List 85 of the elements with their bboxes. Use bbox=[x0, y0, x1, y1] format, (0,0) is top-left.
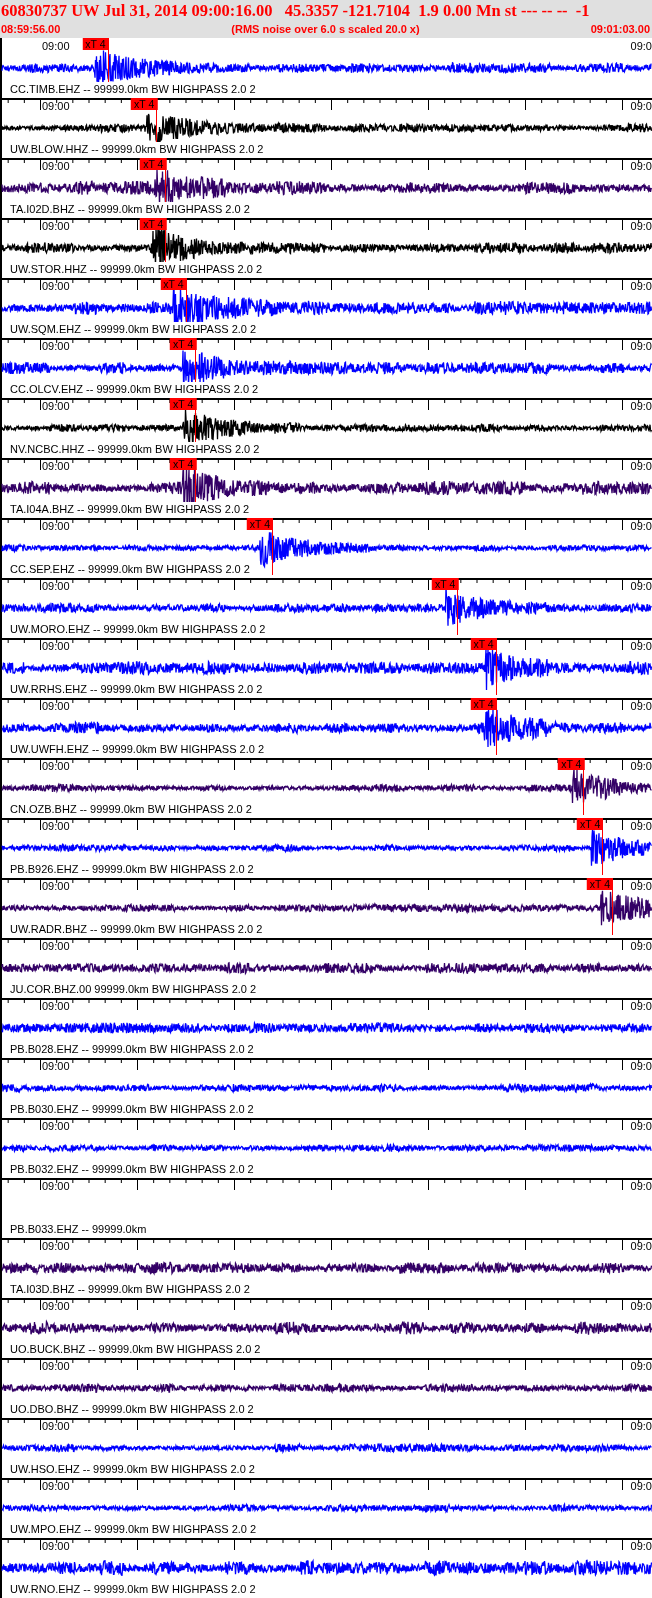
channel-label: TA.I04A.BHZ -- 99999.0km BW HIGHPASS 2.0 2 bbox=[10, 502, 250, 518]
start-time-label: 09:00 bbox=[41, 40, 70, 52]
start-time-label: 09:00 bbox=[41, 340, 70, 352]
end-time-label: 09:0 bbox=[630, 400, 652, 412]
pick-line bbox=[495, 638, 497, 695]
end-time-label: 09:0 bbox=[630, 1060, 652, 1072]
start-time-label: 09:00 bbox=[41, 700, 70, 712]
end-time-label: 09:0 bbox=[630, 700, 652, 712]
channel-label: PB.B033.EHZ -- 99999.0km bbox=[10, 1222, 147, 1237]
pick-line bbox=[612, 878, 613, 935]
pick-label: xT 4 bbox=[170, 398, 197, 410]
start-time-label: 09:00 bbox=[41, 1060, 70, 1072]
end-time-label: 09:0 bbox=[630, 1480, 652, 1492]
end-time-label: 09:0 bbox=[630, 1300, 652, 1312]
end-time-label: 09:0 bbox=[630, 880, 652, 892]
pick-label: xT 4 bbox=[170, 458, 197, 470]
end-time-label: 09:0 bbox=[630, 100, 652, 112]
start-time-label: 09:00 bbox=[41, 820, 70, 832]
start-time-label: 09:00 bbox=[41, 100, 70, 112]
end-time-label: 09:0 bbox=[630, 520, 652, 532]
end-time-label: 09:0 bbox=[630, 1360, 652, 1372]
end-time-label: 09:0 bbox=[630, 220, 652, 232]
start-time-label: 09:00 bbox=[41, 1300, 70, 1312]
channel-label: CC.TIMB.EHZ -- 99999.0km BW HIGHPASS 2.0 2 bbox=[10, 82, 256, 98]
end-time-label: 09:0 bbox=[630, 760, 652, 772]
start-time-label: 09:00 bbox=[41, 940, 70, 952]
pick-label: xT 4 bbox=[246, 518, 274, 530]
channel-label: UW.BLOW.HHZ -- 99999.0km BW HIGHPASS 2.0 2 bbox=[10, 142, 264, 158]
end-time-label: 09:0 bbox=[630, 460, 652, 472]
start-time-label: 09:00 bbox=[41, 1120, 70, 1132]
end-time-label: 09:0 bbox=[630, 1240, 652, 1252]
end-time-label: 09:0 bbox=[630, 160, 652, 172]
end-time-label: 09:0 bbox=[630, 1120, 652, 1132]
end-time-label: 09:0 bbox=[630, 340, 652, 352]
start-time-label: 09:00 bbox=[41, 640, 70, 652]
event-title: 60830737 UW Jul 31, 2014 09:00:16.00 45.3357 -121.7104 1.9 0.00 Mn st --- -- -- -1 bbox=[0, 0, 591, 22]
end-time-label: 09:0 bbox=[630, 820, 652, 832]
end-time-label: 09:0 bbox=[630, 280, 652, 292]
channel-label: TA.I02D.BHZ -- 99999.0km BW HIGHPASS 2.0 2 bbox=[10, 202, 250, 218]
end-time-label: 09:0 bbox=[630, 1420, 652, 1432]
pick-line bbox=[272, 518, 274, 575]
channel-label: CC.OLCV.EHZ -- 99999.0km BW HIGHPASS 2.0 2 bbox=[10, 382, 259, 398]
start-time-label: 09:00 bbox=[41, 1000, 70, 1012]
end-time-label: 09:0 bbox=[630, 1000, 652, 1012]
end-time-label: 09:0 bbox=[630, 940, 652, 952]
start-time-label: 09:00 bbox=[41, 760, 70, 772]
pick-label: xT 4 bbox=[131, 98, 158, 110]
start-time-label: 09:00 bbox=[41, 220, 70, 232]
scale-note: (RMS noise over 6.0 s scaled 20.0 x) bbox=[231, 22, 420, 36]
end-time-label: 09:0 bbox=[630, 580, 652, 592]
end-time: 09:01:03.00 bbox=[590, 22, 650, 36]
start-time-label: 09:00 bbox=[41, 1240, 70, 1252]
pick-label: xT 4 bbox=[160, 278, 187, 290]
channel-label: UW.STOR.HHZ -- 99999.0km BW HIGHPASS 2.0 2 bbox=[10, 262, 263, 278]
start-time-label: 09:00 bbox=[41, 1420, 70, 1432]
pick-label: xT 4 bbox=[558, 758, 585, 770]
pick-label: xT 4 bbox=[82, 38, 109, 50]
start-time-label: 09:00 bbox=[41, 460, 70, 472]
end-time-label: 09:0 bbox=[630, 1180, 652, 1192]
start-time-label: 09:00 bbox=[41, 280, 70, 292]
start-time-label: 09:00 bbox=[41, 400, 70, 412]
end-time-label: 09:0 bbox=[630, 640, 652, 652]
start-time-label: 09:00 bbox=[41, 160, 70, 172]
pick-label: xT 4 bbox=[140, 218, 167, 230]
pick-label: xT 4 bbox=[432, 578, 459, 590]
pick-label: xT 4 bbox=[586, 878, 613, 890]
start-time-label: 09:00 bbox=[41, 880, 70, 892]
start-time-label: 09:00 bbox=[41, 1180, 70, 1192]
start-time-label: 09:00 bbox=[41, 1540, 70, 1552]
end-time-label: 09:0 bbox=[630, 1540, 652, 1552]
channel-label: UW.SQM.EHZ -- 99999.0km BW HIGHPASS 2.0 2 bbox=[10, 322, 257, 338]
start-time-label: 09:00 bbox=[41, 580, 70, 592]
start-time-label: 09:00 bbox=[41, 520, 70, 532]
start-time-label: 09:00 bbox=[41, 1360, 70, 1372]
pick-label: xT 4 bbox=[470, 638, 497, 650]
channel-label: NV.NCBC.HHZ -- 99999.0km BW HIGHPASS 2.0 2 bbox=[10, 442, 260, 458]
pick-label: xT 4 bbox=[170, 338, 197, 350]
pick-line bbox=[495, 698, 497, 755]
pick-label: xT 4 bbox=[577, 818, 604, 830]
start-time-label: 09:00 bbox=[41, 1480, 70, 1492]
pick-label: xT 4 bbox=[470, 698, 497, 710]
start-time: 08:59:56.00 bbox=[1, 22, 61, 36]
pick-line bbox=[602, 818, 604, 875]
pick-label: xT 4 bbox=[140, 158, 167, 170]
end-time-label: 09:0 bbox=[630, 40, 652, 52]
